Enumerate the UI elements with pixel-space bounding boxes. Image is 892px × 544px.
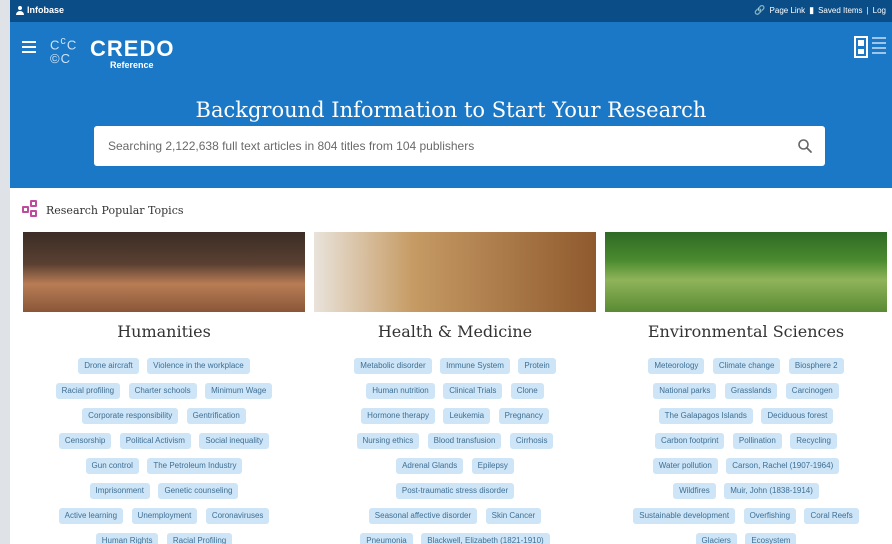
health-medicine-photo bbox=[314, 232, 596, 312]
page: Infobase 🔗 Page Link ▮ Saved Items | Log… bbox=[10, 0, 892, 544]
search-icon[interactable] bbox=[797, 138, 813, 154]
humanities-photo bbox=[23, 232, 305, 312]
topic-tag[interactable]: Nursing ethics bbox=[356, 433, 420, 449]
topic-tag[interactable]: Imprisonment bbox=[89, 483, 150, 499]
topic-tag[interactable]: Racial Profiling bbox=[166, 533, 233, 544]
topic-tag[interactable]: Active learning bbox=[58, 508, 124, 524]
topic-tag[interactable]: Political Activism bbox=[119, 433, 191, 449]
topic-tag[interactable]: Genetic counseling bbox=[158, 483, 239, 499]
topic-tag[interactable]: Seasonal affective disorder bbox=[368, 508, 478, 524]
card-title[interactable]: Environmental Sciences bbox=[605, 322, 887, 341]
saved-items-link[interactable]: Saved Items bbox=[818, 6, 862, 15]
topic-tag[interactable]: Muir, John (1838-1914) bbox=[724, 483, 819, 499]
topic-tag[interactable]: Leukemia bbox=[443, 408, 491, 424]
topic-tag[interactable]: Pneumonia bbox=[360, 533, 413, 544]
topic-card-humanities: Humanities Drone aircraft Violence in th… bbox=[23, 232, 305, 544]
topic-tag[interactable]: Gentrification bbox=[186, 408, 246, 424]
topic-tag[interactable]: Protein bbox=[518, 358, 556, 374]
topic-tag[interactable]: Charter schools bbox=[128, 383, 197, 399]
topic-tag[interactable]: Blood transfusion bbox=[427, 433, 502, 449]
topic-tag[interactable]: Social inequality bbox=[199, 433, 270, 449]
topic-tag[interactable]: Coronaviruses bbox=[205, 508, 270, 524]
topic-card-environmental-sciences: Environmental Sciences Meteorology Clima… bbox=[605, 232, 887, 544]
header: CcC ©C CREDO Reference Background Informa… bbox=[10, 22, 892, 188]
topic-tag[interactable]: Biosphere 2 bbox=[788, 358, 844, 374]
page-link[interactable]: Page Link bbox=[770, 6, 806, 15]
topics-icon bbox=[22, 200, 40, 220]
topic-tag[interactable]: Water pollution bbox=[652, 458, 718, 474]
topic-tag[interactable]: Post-traumatic stress disorder bbox=[395, 483, 515, 499]
topic-tag[interactable]: Carbon footprint bbox=[655, 433, 725, 449]
top-links: 🔗 Page Link ▮ Saved Items | Log bbox=[754, 5, 886, 16]
topic-tag[interactable]: Carson, Rachel (1907-1964) bbox=[726, 458, 840, 474]
topic-tag[interactable]: Deciduous forest bbox=[761, 408, 834, 424]
topic-card-health-medicine: Health & Medicine Metabolic disorder Imm… bbox=[314, 232, 596, 544]
topic-tag[interactable]: Metabolic disorder bbox=[354, 358, 432, 374]
topic-tag[interactable]: Glaciers bbox=[695, 533, 737, 544]
topic-tag[interactable]: Climate change bbox=[712, 358, 781, 374]
tag-list: Meteorology Climate change Biosphere 2 N… bbox=[605, 351, 887, 544]
environmental-sciences-photo bbox=[605, 232, 887, 312]
tag-list: Metabolic disorder Immune System Protein… bbox=[314, 351, 596, 544]
top-strip: Infobase 🔗 Page Link ▮ Saved Items | Log bbox=[10, 0, 892, 22]
topic-tag[interactable]: Meteorology bbox=[648, 358, 705, 374]
link-icon: 🔗 bbox=[754, 5, 766, 15]
tag-list: Drone aircraft Violence in the workplace… bbox=[23, 351, 305, 544]
topic-tag[interactable]: National parks bbox=[653, 383, 717, 399]
search-box bbox=[94, 126, 825, 166]
topic-tag[interactable]: Human nutrition bbox=[366, 383, 435, 399]
hero-title: Background Information to Start Your Res… bbox=[195, 98, 707, 122]
topic-tag[interactable]: Cirrhosis bbox=[509, 433, 554, 449]
tools[interactable] bbox=[854, 34, 888, 64]
topic-tag[interactable]: Minimum Wage bbox=[205, 383, 273, 399]
divider: | bbox=[866, 6, 869, 15]
topic-tag[interactable]: Drone aircraft bbox=[78, 358, 139, 374]
topic-tag[interactable]: Violence in the workplace bbox=[147, 358, 250, 374]
logo-sub: Reference bbox=[110, 60, 154, 70]
topic-tag[interactable]: Censorship bbox=[58, 433, 112, 449]
topic-tag[interactable]: Ecosystem bbox=[745, 533, 797, 544]
topics-heading-label: Research Popular Topics bbox=[46, 203, 184, 217]
topic-tag[interactable]: Recycling bbox=[790, 433, 837, 449]
credo-logo[interactable]: CcC ©C CREDO Reference bbox=[50, 34, 210, 74]
topic-tag[interactable]: Clinical Trials bbox=[443, 383, 503, 399]
topic-tag[interactable]: Pollination bbox=[732, 433, 782, 449]
topic-tag[interactable]: Coral Reefs bbox=[804, 508, 859, 524]
topic-tag[interactable]: Epilepsy bbox=[471, 458, 514, 474]
topic-tag[interactable]: Carcinogen bbox=[785, 383, 839, 399]
topic-tag[interactable]: Adrenal Glands bbox=[396, 458, 464, 474]
search-input[interactable] bbox=[94, 126, 784, 166]
topic-tag[interactable]: Unemployment bbox=[131, 508, 198, 524]
topic-tag[interactable]: Clone bbox=[510, 383, 544, 399]
topic-tag[interactable]: Skin Cancer bbox=[485, 508, 542, 524]
topic-tag[interactable]: Wildfires bbox=[673, 483, 716, 499]
topic-tag[interactable]: Immune System bbox=[440, 358, 510, 374]
topic-tag[interactable]: The Petroleum Industry bbox=[147, 458, 243, 474]
tools-menu-icon[interactable] bbox=[872, 37, 886, 57]
logo-word: CREDO bbox=[90, 36, 175, 61]
topic-tag[interactable]: Human Rights bbox=[95, 533, 159, 544]
topic-tag[interactable]: Gun control bbox=[85, 458, 139, 474]
topic-tag[interactable]: Corporate responsibility bbox=[82, 408, 179, 424]
infobase-label: Infobase bbox=[27, 5, 65, 15]
log-link[interactable]: Log bbox=[873, 6, 886, 15]
infobase-brand[interactable]: Infobase bbox=[16, 5, 64, 15]
logo-mark-icon: CcC ©C bbox=[50, 35, 78, 67]
topic-tag[interactable]: Pregnancy bbox=[498, 408, 549, 424]
person-icon bbox=[16, 5, 24, 15]
topic-tag[interactable]: Blackwell, Elizabeth (1821-1910) bbox=[421, 533, 550, 544]
topic-tag[interactable]: Racial profiling bbox=[55, 383, 121, 399]
topics-heading: Research Popular Topics bbox=[22, 200, 184, 220]
card-title[interactable]: Health & Medicine bbox=[314, 322, 596, 341]
card-title[interactable]: Humanities bbox=[23, 322, 305, 341]
topic-tag[interactable]: Overfishing bbox=[743, 508, 797, 524]
topic-tag[interactable]: The Galapagos Islands bbox=[658, 408, 753, 424]
topic-tag[interactable]: Sustainable development bbox=[633, 508, 736, 524]
topic-tag[interactable]: Grasslands bbox=[724, 383, 778, 399]
menu-icon[interactable] bbox=[22, 41, 36, 53]
topic-tag[interactable]: Hormone therapy bbox=[361, 408, 435, 424]
bookmark-icon: ▮ bbox=[809, 5, 815, 15]
qr-icon[interactable] bbox=[854, 36, 868, 58]
